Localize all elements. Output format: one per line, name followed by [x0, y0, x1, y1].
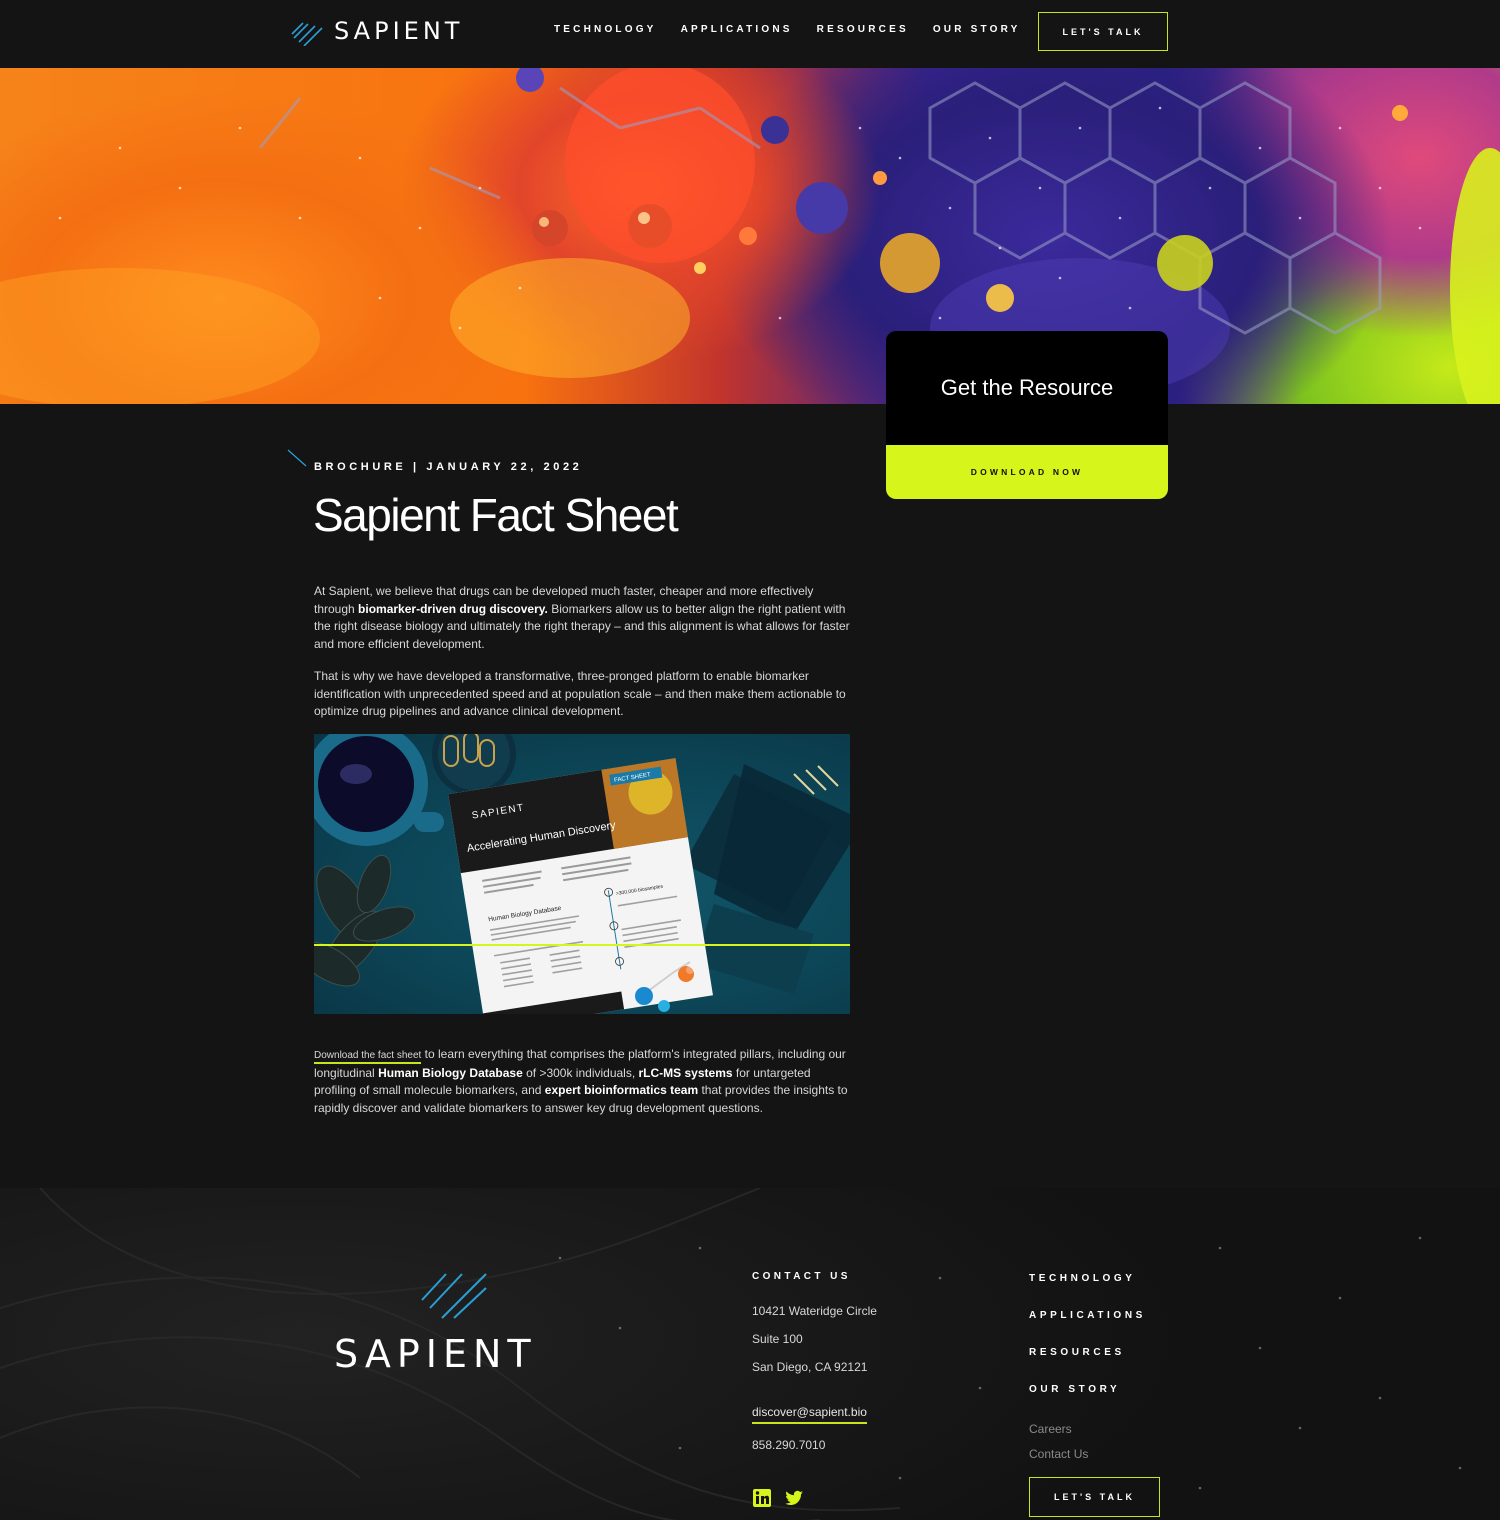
download-text-team: expert bioinformatics team	[544, 1083, 699, 1098]
footer-nav-resources[interactable]: RESOURCES	[1029, 1347, 1125, 1358]
hero-image	[0, 68, 1500, 404]
card-title: Get the Resource	[940, 375, 1114, 400]
contact-heading: CONTACT US	[752, 1271, 851, 1282]
page-title: Sapient Fact Sheet	[313, 489, 679, 541]
footer-link-contact-us[interactable]: Contact Us	[1029, 1447, 1088, 1461]
phone-link[interactable]: 858.290.7010	[752, 1438, 825, 1452]
address-line-1: 10421 Wateridge Circle	[752, 1304, 877, 1318]
footer-nav-technology[interactable]: TECHNOLOGY	[1029, 1273, 1136, 1284]
download-paragraph: Download the fact sheet to learn everyth…	[314, 1046, 854, 1117]
get-resource-card: Get the Resource DOWNLOAD NOW	[886, 331, 1168, 499]
fact-sheet-preview-image: FACT SHEET SAPIENT Accelerating Human Di…	[314, 734, 850, 1014]
download-text-rlcms: rLC-MS systems	[638, 1065, 733, 1080]
download-text-hbd: Human Biology Database	[378, 1065, 523, 1080]
footer-link-careers[interactable]: Careers	[1029, 1422, 1072, 1436]
download-now-button[interactable]: DOWNLOAD NOW	[886, 445, 1168, 499]
download-text-c: of >300k individuals,	[522, 1065, 639, 1080]
footer-logo-text: SAPIENT	[334, 1332, 537, 1376]
platform-paragraph: That is why we have developed a transfor…	[314, 669, 846, 719]
footer-texture-art	[0, 1188, 1462, 1520]
site-footer: SAPIENT CONTACT US 10421 Wateridge Circl…	[0, 1188, 1500, 1520]
nav-technology[interactable]: TECHNOLOGY	[554, 24, 657, 35]
nav-our-story[interactable]: OUR STORY	[933, 24, 1021, 35]
site-header: SAPIENT TECHNOLOGY APPLICATIONS RESOURCE…	[0, 0, 1500, 68]
logo-mark-icon	[291, 22, 323, 46]
site-logo[interactable]: SAPIENT	[290, 16, 463, 46]
footer-lets-talk-button[interactable]: LET'S TALK	[1029, 1477, 1160, 1517]
footer-logo[interactable]: SAPIENT	[334, 1272, 574, 1376]
twitter-icon[interactable]	[784, 1488, 804, 1508]
address-line-3: San Diego, CA 92121	[752, 1360, 868, 1374]
logo-text: SAPIENT	[334, 17, 464, 45]
footer-nav-applications[interactable]: APPLICATIONS	[1029, 1310, 1146, 1321]
lets-talk-button[interactable]: LET'S TALK	[1038, 12, 1168, 51]
intro-paragraph: At Sapient, we believe that drugs can be…	[314, 583, 854, 653]
email-link[interactable]: discover@sapient.bio	[752, 1405, 867, 1424]
main-nav: TECHNOLOGY APPLICATIONS RESOURCES OUR ST…	[554, 24, 1045, 35]
nav-resources[interactable]: RESOURCES	[817, 24, 909, 35]
address-line-2: Suite 100	[752, 1332, 803, 1346]
hero-bubbles-art	[0, 68, 1500, 404]
download-fact-sheet-link[interactable]: Download the fact sheet	[314, 1050, 422, 1064]
footer-nav-our-story[interactable]: OUR STORY	[1029, 1384, 1120, 1395]
article-meta: BROCHURE | JANUARY 22, 2022	[314, 461, 583, 473]
fact-sheet-mockup-art: FACT SHEET SAPIENT Accelerating Human Di…	[314, 734, 850, 1014]
intro-text-bold: biomarker-driven drug discovery.	[358, 601, 548, 616]
nav-applications[interactable]: APPLICATIONS	[681, 24, 793, 35]
slash-accent-icon	[287, 449, 307, 467]
footer-logo-mark-icon	[421, 1273, 487, 1319]
linkedin-icon[interactable]	[752, 1488, 772, 1508]
